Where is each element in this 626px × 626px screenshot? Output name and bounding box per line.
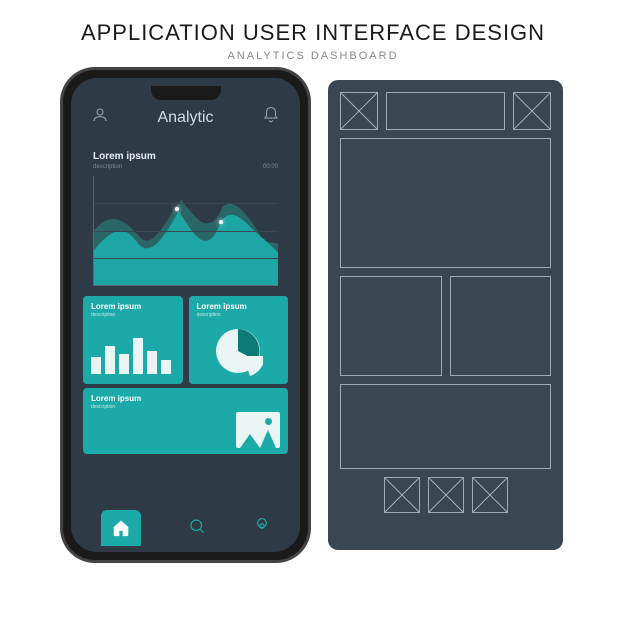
- pie-chart-card[interactable]: Lorem ipsum description: [189, 296, 289, 384]
- card-desc: description: [197, 312, 281, 318]
- app-title: Analytic: [157, 109, 213, 127]
- app-header: Analytic: [79, 88, 292, 137]
- card-title: Lorem ipsum: [197, 302, 281, 311]
- phone-frame: Analytic Lorem ipsum description 00:00: [63, 70, 308, 560]
- wf-nav-1: [384, 477, 420, 513]
- nav-settings[interactable]: [253, 517, 271, 540]
- bell-icon[interactable]: [262, 106, 280, 129]
- main-chart-card[interactable]: Lorem ipsum description 00:00: [83, 143, 288, 290]
- card-desc: description: [93, 164, 122, 170]
- card-title: Lorem ipsum: [91, 394, 280, 403]
- card-desc: description: [91, 404, 280, 410]
- wf-header-center: [386, 92, 505, 130]
- wireframe-panel: [328, 80, 563, 550]
- user-icon[interactable]: [91, 106, 109, 129]
- app-screen: Analytic Lorem ipsum description 00:00: [71, 78, 300, 552]
- card-title: Lorem ipsum: [93, 151, 278, 162]
- wf-header-right: [513, 92, 551, 130]
- image-icon: [236, 412, 280, 448]
- nav-home[interactable]: [101, 510, 141, 546]
- page-header: APPLICATION USER INTERFACE DESIGN ANALYT…: [0, 0, 626, 70]
- bottom-nav: [77, 510, 294, 546]
- wf-header-left: [340, 92, 378, 130]
- bar-chart: [91, 326, 175, 374]
- card-time: 00:00: [263, 164, 278, 170]
- card-desc: description: [91, 312, 175, 318]
- wf-card-right: [450, 276, 552, 376]
- bar-chart-card[interactable]: Lorem ipsum description: [83, 296, 183, 384]
- area-chart: [93, 176, 278, 286]
- wf-main-chart: [340, 138, 551, 268]
- card-meta: description 00:00: [93, 164, 278, 170]
- card-title: Lorem ipsum: [91, 302, 175, 311]
- image-card[interactable]: Lorem ipsum description: [83, 388, 288, 454]
- page-subtitle: ANALYTICS DASHBOARD: [0, 50, 626, 62]
- wf-nav-2: [428, 477, 464, 513]
- page-title: APPLICATION USER INTERFACE DESIGN: [0, 20, 626, 46]
- wf-nav-3: [472, 477, 508, 513]
- pie-chart: [213, 326, 263, 376]
- nav-search[interactable]: [188, 517, 206, 540]
- wf-card-left: [340, 276, 442, 376]
- wf-bottom-card: [340, 384, 551, 469]
